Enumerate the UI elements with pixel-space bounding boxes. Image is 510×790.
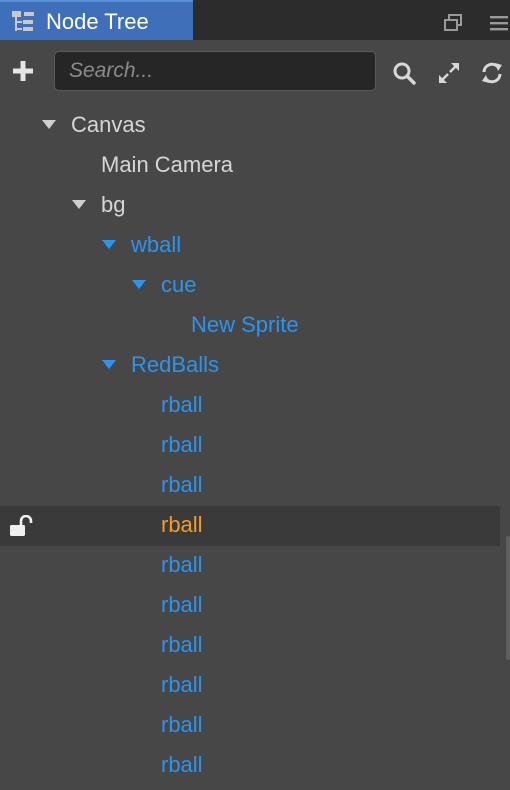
- tree-node[interactable]: cue: [0, 266, 500, 306]
- search-icon[interactable]: [392, 61, 416, 85]
- tree-node-label: rball: [161, 512, 203, 537]
- tree-node-label: rball: [161, 472, 203, 497]
- refresh-icon[interactable]: [480, 61, 504, 85]
- tree-node-label: rball: [161, 752, 203, 777]
- caret-down-icon[interactable]: [132, 280, 146, 289]
- caret-down-icon[interactable]: [42, 120, 56, 129]
- tree-node[interactable]: rball: [0, 426, 500, 466]
- unlock-icon[interactable]: [9, 515, 33, 537]
- scrollbar-thumb[interactable]: [506, 536, 510, 660]
- menu-icon[interactable]: [489, 13, 509, 33]
- caret-down-icon[interactable]: [102, 240, 116, 249]
- tree-node[interactable]: rball: [0, 586, 500, 626]
- tab-title: Node Tree: [46, 9, 149, 34]
- tab-node-tree[interactable]: Node Tree: [0, 0, 193, 40]
- tree-node[interactable]: RedBalls: [0, 346, 500, 386]
- tree-node[interactable]: rball: [0, 746, 500, 786]
- tree-node-label: rball: [161, 672, 203, 697]
- tree-node-label: rball: [161, 592, 203, 617]
- tree-node[interactable]: rball: [0, 546, 500, 586]
- tree-scrollbar[interactable]: [504, 106, 510, 790]
- popout-icon[interactable]: [443, 13, 463, 33]
- node-tree: Canvas Main Camera bg wball cue New Sprite Red…: [0, 106, 500, 790]
- node-tree-panel: Node Tree Search... Canvas Main Camera b…: [0, 0, 510, 790]
- tree-node-label: rball: [161, 632, 203, 657]
- panel-titlebar: Node Tree: [0, 0, 510, 40]
- expand-icon[interactable]: [437, 61, 461, 85]
- tree-node-label: wball: [131, 232, 182, 257]
- tree-node-label: RedBalls: [131, 352, 220, 377]
- tree-node-label: bg: [101, 192, 126, 217]
- tree-node-label: rball: [161, 392, 203, 417]
- node-tree-icon: [12, 11, 34, 31]
- tree-node[interactable]: rball: [0, 626, 500, 666]
- tree-node[interactable]: rball: [0, 386, 500, 426]
- tree-node-label: New Sprite: [191, 312, 299, 337]
- tree-node[interactable]: Canvas: [0, 106, 500, 146]
- tree-node-label: cue: [161, 272, 197, 297]
- tree-node[interactable]: wball: [0, 226, 500, 266]
- tree-node[interactable]: rball: [0, 666, 500, 706]
- tree-node-label: Main Camera: [101, 152, 234, 177]
- search-input[interactable]: [54, 51, 376, 91]
- caret-down-icon[interactable]: [72, 200, 86, 209]
- tree-node-label: rball: [161, 712, 203, 737]
- tree-node-label: rball: [161, 552, 203, 577]
- tree-node[interactable]: bg: [0, 186, 500, 226]
- plus-icon[interactable]: [12, 60, 34, 82]
- tree-node[interactable]: Main Camera: [0, 146, 500, 186]
- tree-node-label: Canvas: [71, 112, 146, 137]
- tree-node-label: rball: [161, 432, 203, 457]
- tree-node[interactable]: rball: [0, 706, 500, 746]
- tree-node[interactable]: rball: [0, 466, 500, 506]
- caret-down-icon[interactable]: [102, 360, 116, 369]
- tree-node[interactable]: rball: [0, 506, 500, 546]
- tree-node[interactable]: New Sprite: [0, 306, 500, 346]
- toolbar: [0, 40, 510, 106]
